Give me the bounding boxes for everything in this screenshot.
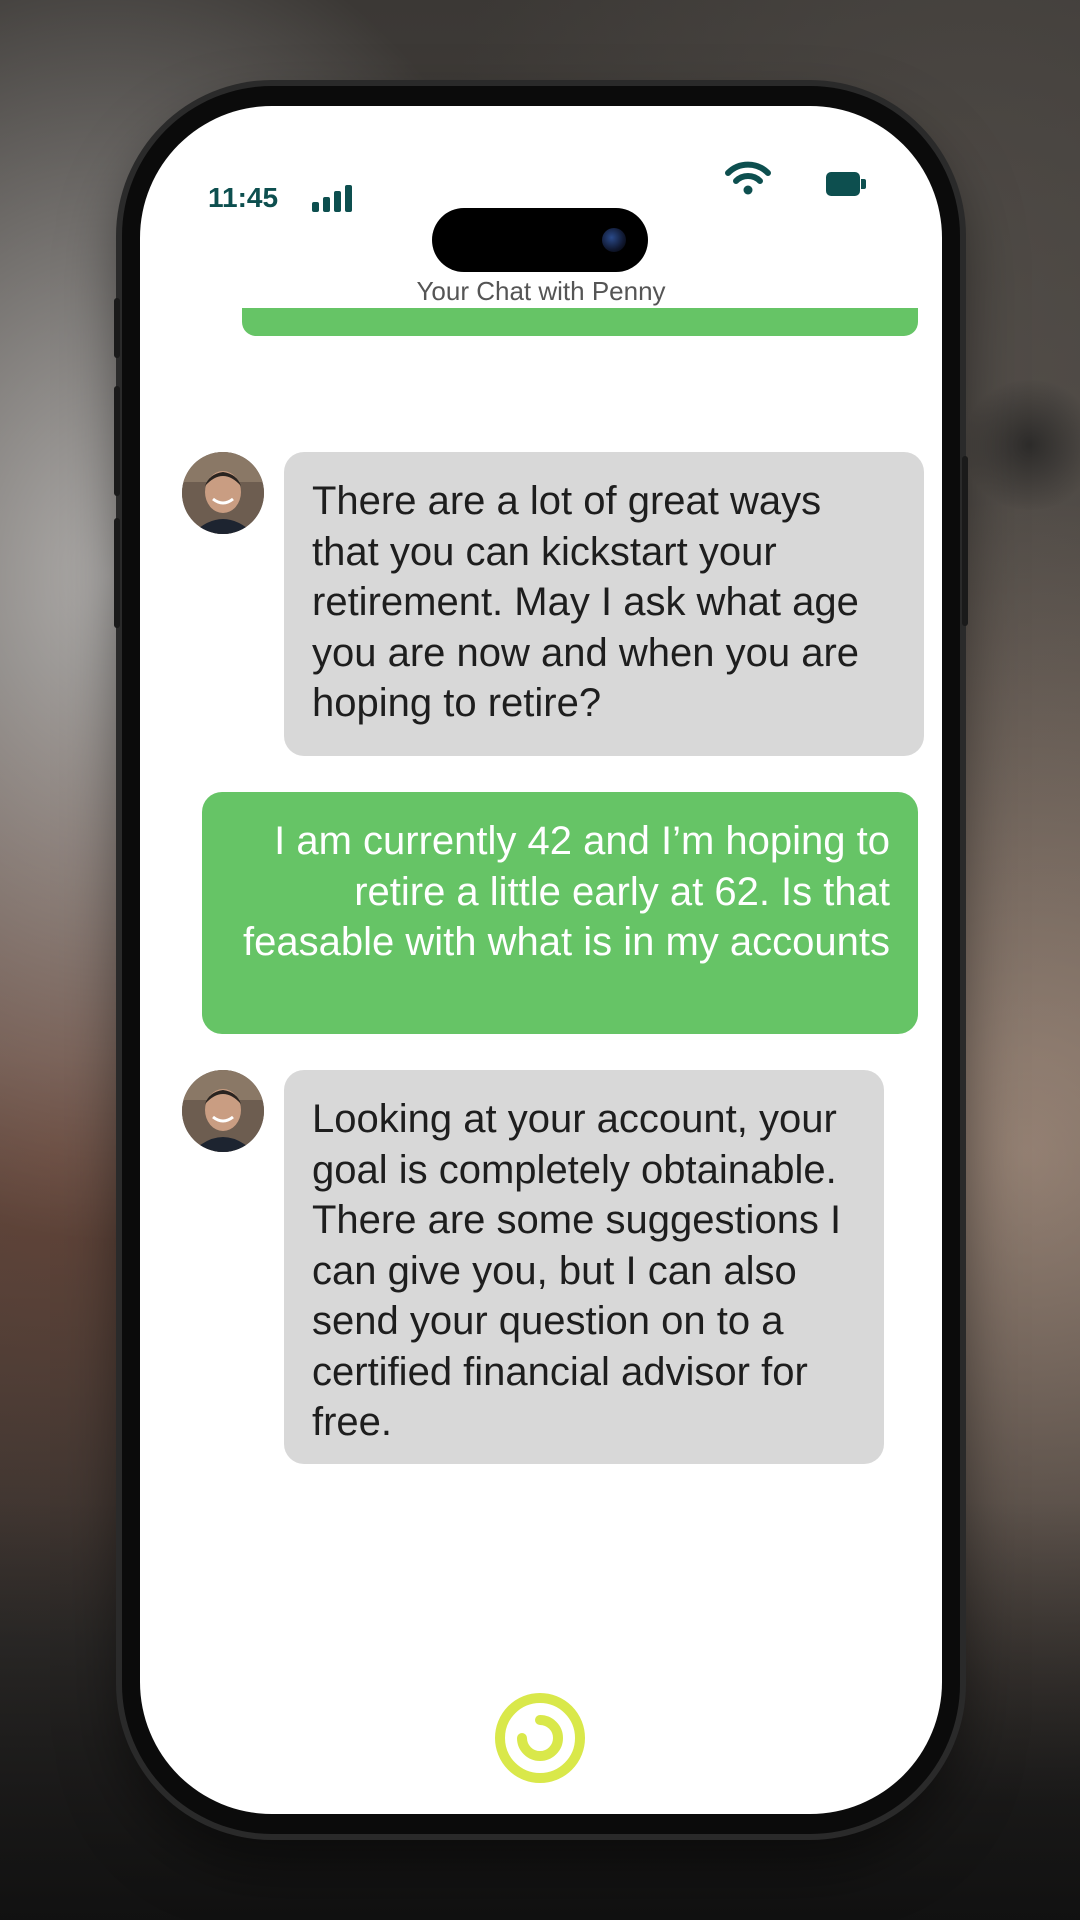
phone-power-button: [962, 456, 968, 626]
phone-frame: 11:45 Your Chat with Penny There are a l…: [114, 86, 968, 1834]
wifi-icon: [725, 161, 771, 195]
brand-logo-icon[interactable]: [492, 1690, 588, 1786]
cellular-signal-icon: [312, 184, 356, 212]
advisor-avatar: [182, 1070, 264, 1152]
header-accent-bar: [242, 308, 918, 336]
message-bubble-incoming: There are a lot of great ways that you c…: [284, 452, 924, 756]
phone-action-button: [114, 298, 120, 358]
advisor-avatar: [182, 452, 264, 534]
phone-volume-up-button: [114, 386, 120, 496]
message-bubble-incoming: Looking at your account, your goal is co…: [284, 1070, 884, 1464]
battery-icon: [826, 172, 866, 196]
phone-volume-down-button: [114, 518, 120, 628]
background-lamp: [960, 380, 1080, 510]
message-bubble-outgoing: I am currently 42 and I’m hoping to reti…: [202, 792, 918, 1034]
status-time: 11:45: [208, 182, 279, 213]
chat-title: Your Chat with Penny: [416, 276, 666, 306]
front-camera: [602, 228, 626, 252]
dynamic-island: [432, 208, 648, 272]
phone-screen: 11:45 Your Chat with Penny There are a l…: [140, 106, 942, 1814]
